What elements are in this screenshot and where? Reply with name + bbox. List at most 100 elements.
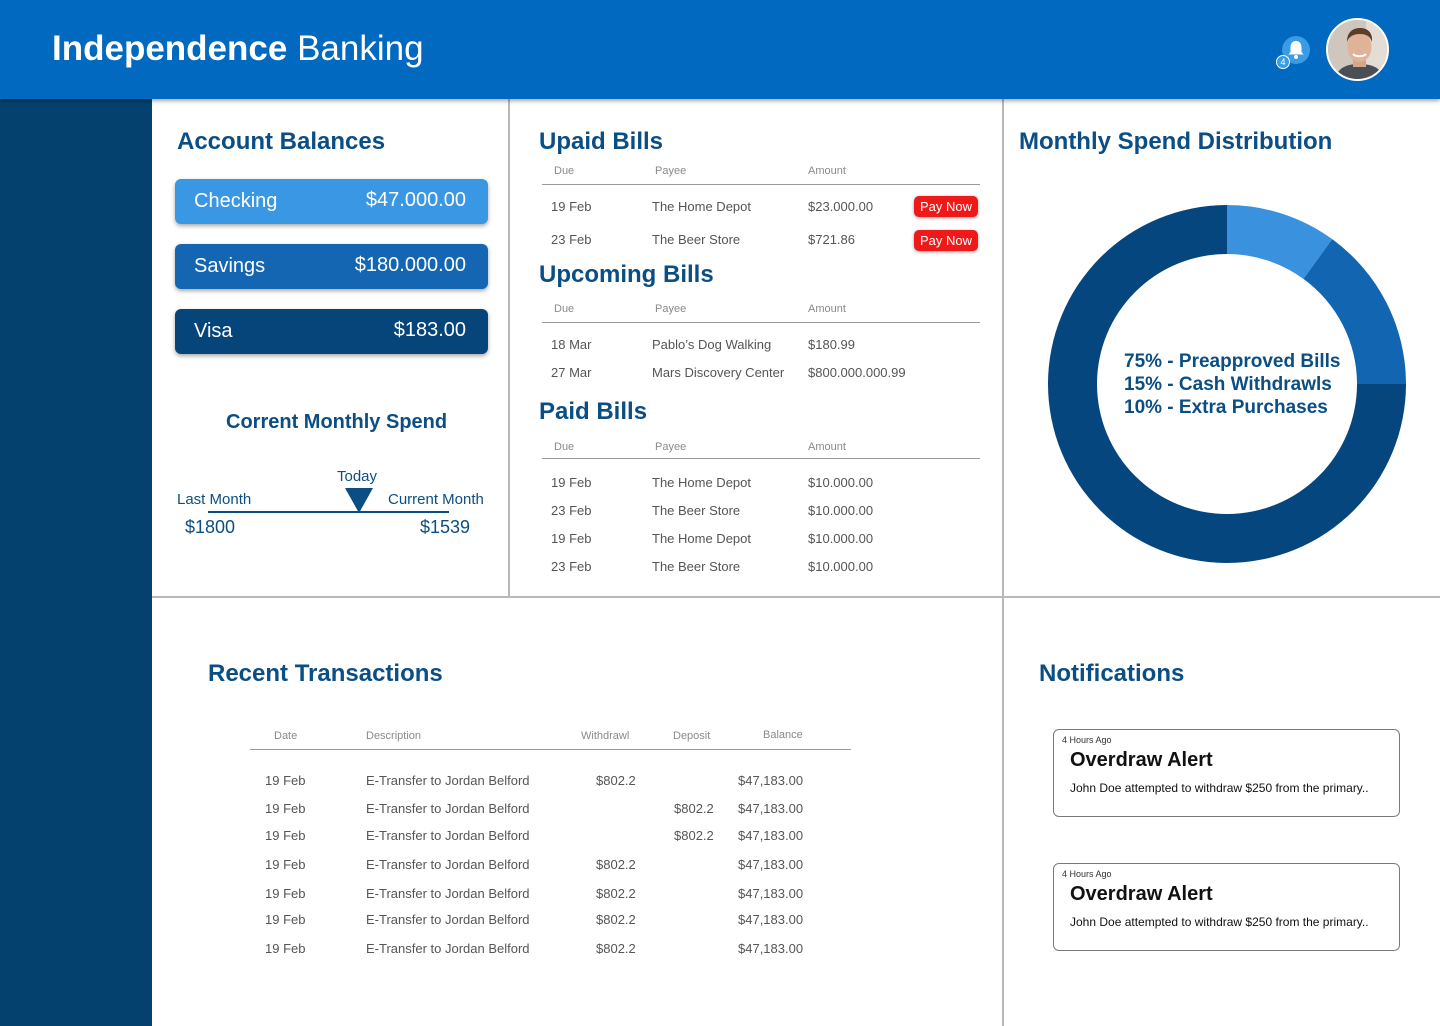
pay-now-button[interactable]: Pay Now [914, 230, 978, 251]
transaction-balance: $47,183.00 [738, 828, 804, 843]
transaction-date: 19 Feb [265, 941, 306, 956]
notifications-title: Notifications [1039, 660, 1185, 687]
last-month-value: $1800 [185, 517, 236, 537]
brand-light: Banking [297, 29, 424, 68]
column-header: Description [366, 730, 422, 742]
bill-amount: $10.000.00 [808, 559, 874, 574]
legend-label: 75% - Preapproved Bills [1124, 351, 1341, 372]
transaction-description: E-Transfer to Jordan Belford [366, 828, 530, 843]
column-header: Due [554, 441, 575, 453]
bill-due: 19 Feb [551, 531, 592, 546]
column-header: Payee [655, 441, 687, 453]
column-header: Balance [763, 729, 803, 741]
transaction-withdrawl: $802.2 [596, 941, 636, 956]
account-amount: $180.000.00 [354, 254, 466, 276]
divider [152, 596, 1440, 598]
column-header: Amount [808, 165, 846, 177]
transaction-withdrawl: $802.2 [596, 773, 636, 788]
transaction-deposit: $802.2 [674, 828, 714, 843]
bill-amount: $10.000.00 [808, 503, 874, 518]
notification-card[interactable]: 4 Hours Ago Overdraw Alert John Doe atte… [1053, 863, 1400, 951]
bill-payee: Mars Discovery Center [652, 365, 785, 380]
bill-amount: $800.000.000.99 [808, 365, 906, 380]
transaction-withdrawl: $802.2 [596, 886, 636, 901]
bill-due: 23 Feb [551, 559, 592, 574]
header-rule [542, 458, 980, 459]
bill-payee: Pablo’s Dog Walking [652, 337, 772, 352]
legend-label: 15% - Cash Withdrawls [1124, 374, 1332, 395]
brand-bold: Independence [52, 29, 288, 68]
donut-legend: 75% - Preapproved Bills 15% - Cash Withd… [1124, 350, 1340, 419]
today-marker-icon [345, 488, 373, 513]
account-card-checking[interactable]: Checking $47.000.00 [175, 179, 488, 224]
bill-payee: The Home Depot [652, 475, 751, 490]
transaction-description: E-Transfer to Jordan Belford [366, 886, 530, 901]
bill-payee: The Beer Store [652, 559, 741, 574]
notification-time: 4 Hours Ago [1062, 735, 1112, 745]
bill-amount: $721.86 [808, 232, 855, 247]
bill-amount: $10.000.00 [808, 531, 874, 546]
transaction-balance: $47,183.00 [738, 912, 804, 927]
bill-payee: The Beer Store [652, 503, 741, 518]
notification-heading: Overdraw Alert [1070, 749, 1213, 771]
transaction-deposit: $802.2 [674, 801, 714, 816]
bill-amount: $10.000.00 [808, 475, 874, 490]
divider [1002, 99, 1004, 1026]
transaction-description: E-Transfer to Jordan Belford [366, 857, 530, 872]
header-rule [250, 749, 851, 750]
column-header: Withdrawl [581, 730, 630, 742]
transaction-description: E-Transfer to Jordan Belford [366, 912, 530, 927]
transaction-date: 19 Feb [265, 801, 306, 816]
bill-payee: The Home Depot [652, 531, 751, 546]
account-name: Checking [194, 190, 278, 212]
transaction-date: 19 Feb [265, 828, 306, 843]
column-header: Due [554, 303, 575, 315]
bill-due: 23 Feb [551, 232, 592, 247]
transaction-description: E-Transfer to Jordan Belford [366, 941, 530, 956]
bill-payee: The Beer Store [652, 232, 741, 247]
transaction-date: 19 Feb [265, 886, 306, 901]
monthly-spend-title: Corrent Monthly Spend [226, 411, 448, 433]
bill-amount: $23.000.00 [808, 199, 874, 214]
upcoming-bills-title: Upcoming Bills [539, 261, 714, 288]
bill-due: 19 Feb [551, 475, 592, 490]
notification-heading: Overdraw Alert [1070, 883, 1213, 905]
notification-body: John Doe attempted to withdraw $250 from… [1070, 915, 1369, 929]
header-rule [542, 184, 980, 185]
account-card-visa[interactable]: Visa $183.00 [175, 309, 488, 354]
transaction-withdrawl: $802.2 [596, 912, 636, 927]
column-header: Deposit [673, 730, 711, 742]
divider [508, 99, 510, 598]
bill-payee: The Home Depot [652, 199, 751, 214]
transaction-balance: $47,183.00 [738, 886, 804, 901]
transaction-description: E-Transfer to Jordan Belford [366, 801, 530, 816]
header-rule [542, 322, 980, 323]
current-month-value: $1539 [420, 517, 471, 537]
transaction-balance: $47,183.00 [738, 801, 804, 816]
top-bar: Independence Banking 4 [0, 0, 1440, 99]
notification-count-badge: 4 [1276, 55, 1290, 69]
paid-bills-title: Paid Bills [539, 398, 648, 425]
transaction-withdrawl: $802.2 [596, 857, 636, 872]
legend-label: 10% - Extra Purchases [1124, 397, 1328, 418]
column-header: Amount [808, 441, 846, 453]
column-header: Due [554, 165, 575, 177]
avatar[interactable] [1326, 18, 1389, 81]
bill-due: 23 Feb [551, 503, 592, 518]
pay-now-button[interactable]: Pay Now [914, 196, 978, 217]
transaction-balance: $47,183.00 [738, 857, 804, 872]
distribution-title: Monthly Spend Distribution [1019, 128, 1333, 155]
column-header: Amount [808, 303, 846, 315]
transaction-balance: $47,183.00 [738, 773, 804, 788]
column-header: Payee [655, 165, 687, 177]
today-label: Today [337, 468, 378, 485]
bill-amount: $180.99 [808, 337, 855, 352]
account-card-savings[interactable]: Savings $180.000.00 [175, 244, 488, 289]
recent-transactions-title: Recent Transactions [208, 660, 443, 687]
sidebar [0, 99, 152, 1026]
notification-card[interactable]: 4 Hours Ago Overdraw Alert John Doe atte… [1053, 729, 1400, 817]
unpaid-bills-title: Upaid Bills [539, 128, 664, 155]
column-header: Date [274, 730, 298, 742]
transaction-balance: $47,183.00 [738, 941, 804, 956]
current-month-label: Current Month [388, 491, 484, 508]
